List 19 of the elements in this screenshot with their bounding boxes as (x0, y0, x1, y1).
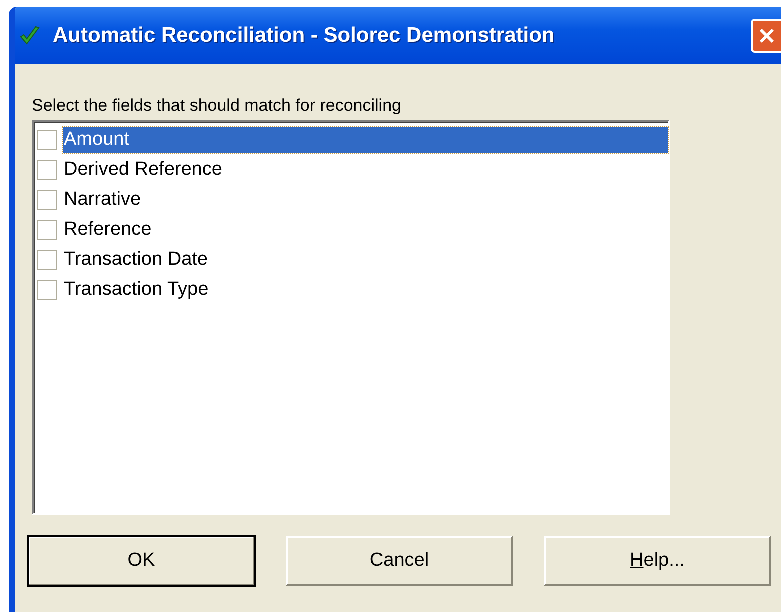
help-button[interactable]: Help... (544, 536, 771, 586)
checkbox[interactable] (37, 250, 57, 270)
list-item[interactable]: Narrative (63, 187, 668, 213)
list-item[interactable]: Derived Reference (63, 157, 668, 183)
checkbox[interactable] (37, 190, 57, 210)
close-button[interactable] (751, 18, 781, 52)
checkmark-icon (19, 24, 41, 46)
checkbox[interactable] (37, 130, 57, 150)
list-item[interactable]: Transaction Type (63, 277, 668, 303)
window-title: Automatic Reconciliation - Solorec Demonstration (53, 24, 555, 48)
checkbox[interactable] (37, 220, 57, 240)
checkbox[interactable] (37, 280, 57, 300)
ok-button[interactable]: OK (28, 536, 255, 586)
list-item[interactable]: Transaction Date (63, 247, 668, 273)
instruction-label: Select the fields that should match for reconciling (32, 96, 402, 117)
list-item[interactable]: Amount (63, 127, 668, 153)
checkbox[interactable] (37, 160, 57, 180)
list-item[interactable]: Reference (63, 217, 668, 243)
cancel-button[interactable]: Cancel (286, 536, 513, 586)
